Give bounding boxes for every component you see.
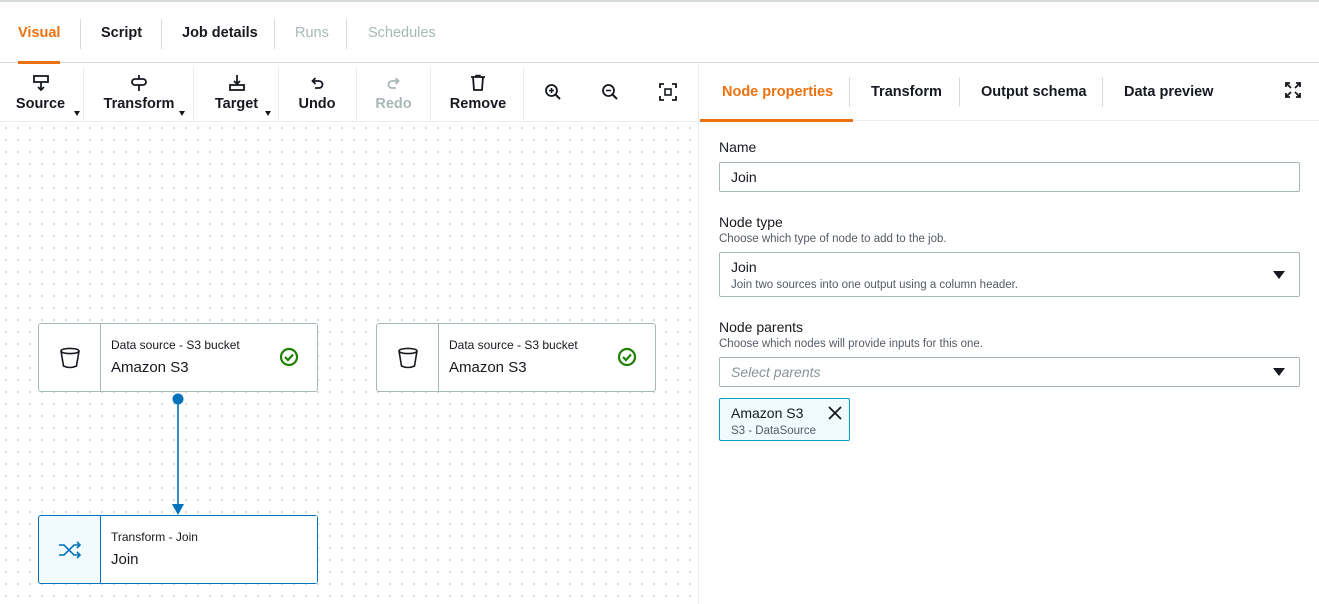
tab-schedules[interactable]: Schedules	[368, 2, 436, 63]
node-parents-select[interactable]: Select parents	[719, 357, 1300, 387]
parent-token-amazon-s3: Amazon S3 S3 - DataSource	[719, 398, 850, 441]
node-join[interactable]: Transform - Join Join	[38, 515, 318, 584]
node-type-select[interactable]: Join Join two sources into one output us…	[719, 252, 1300, 297]
transform-label: Transform	[103, 95, 175, 112]
node-type-label: Node type	[719, 214, 783, 230]
redo-icon	[386, 73, 402, 93]
shuffle-icon	[39, 516, 101, 583]
tab-divider	[346, 19, 347, 49]
token-subtitle: S3 - DataSource	[731, 425, 817, 437]
chevron-down-icon	[74, 111, 80, 116]
toolbar-divider	[430, 67, 431, 121]
tab-divider	[161, 19, 162, 49]
toolbar-divider	[356, 67, 357, 121]
tab-transform[interactable]: Transform	[871, 63, 942, 121]
node-amazon-s3-2[interactable]: Data source - S3 bucket Amazon S3	[376, 323, 656, 392]
name-input[interactable]: Join	[719, 162, 1300, 192]
toolbar-divider	[193, 67, 194, 121]
fit-view-button[interactable]	[657, 81, 679, 103]
source-button[interactable]: Source	[15, 63, 80, 121]
tab-node-properties[interactable]: Node properties	[699, 63, 854, 122]
check-circle-icon	[279, 347, 299, 367]
node-subtitle: Transform - Join	[111, 530, 198, 544]
source-label: Source	[15, 95, 66, 112]
zoom-out-icon	[602, 84, 618, 100]
expand-icon[interactable]	[1285, 82, 1301, 98]
caret-down-icon	[1273, 368, 1285, 376]
visual-canvas[interactable]: Data source - S3 bucket Amazon S3 Data s…	[0, 122, 698, 604]
tab-divider	[849, 77, 850, 107]
zoom-out-button[interactable]	[599, 81, 621, 103]
tab-divider	[80, 19, 81, 49]
check-circle-icon	[617, 347, 637, 367]
undo-label: Undo	[298, 95, 336, 112]
chevron-down-icon	[179, 111, 185, 116]
redo-button[interactable]: Redo	[375, 63, 412, 121]
source-icon	[32, 73, 50, 93]
node-type-description: Join two sources into one output using a…	[731, 279, 1019, 291]
remove-label: Remove	[449, 95, 507, 112]
toolbar-divider	[523, 67, 524, 121]
transform-button[interactable]: Transform	[103, 63, 185, 121]
target-icon	[228, 73, 246, 93]
node-title: Join	[111, 551, 139, 568]
transform-icon	[130, 73, 148, 93]
fit-to-screen-icon	[659, 83, 677, 101]
remove-button[interactable]: Remove	[449, 63, 507, 121]
panel-tab-bar: Node properties Transform Output schema …	[699, 63, 1319, 122]
tab-runs[interactable]: Runs	[295, 2, 329, 63]
tab-visual[interactable]: Visual	[18, 2, 61, 64]
node-parents-placeholder: Select parents	[731, 364, 821, 380]
name-value: Join	[731, 169, 757, 185]
zoom-in-button[interactable]	[542, 81, 564, 103]
bucket-icon	[377, 324, 439, 391]
tab-data-preview[interactable]: Data preview	[1124, 63, 1213, 121]
tab-divider	[1102, 77, 1103, 107]
tab-output-schema[interactable]: Output schema	[981, 63, 1087, 121]
trash-icon	[470, 73, 486, 93]
redo-label: Redo	[375, 95, 412, 112]
node-parents-hint: Choose which nodes will provide inputs f…	[719, 338, 984, 350]
undo-button[interactable]: Undo	[298, 63, 336, 121]
toolbar-divider	[278, 67, 279, 121]
node-parents-label: Node parents	[719, 319, 804, 335]
node-type-value: Join	[731, 259, 757, 275]
target-label: Target	[214, 95, 259, 112]
close-icon[interactable]	[827, 405, 843, 421]
node-amazon-s3-1[interactable]: Data source - S3 bucket Amazon S3	[38, 323, 318, 392]
toolbar-divider	[83, 67, 84, 121]
name-label: Name	[719, 139, 757, 155]
target-button[interactable]: Target	[214, 63, 271, 121]
tab-divider	[959, 77, 960, 107]
chevron-down-icon	[265, 111, 271, 116]
canvas-toolbar: Source Transform Target Undo Redo Remove	[0, 63, 698, 122]
token-title: Amazon S3	[731, 405, 804, 421]
zoom-in-icon	[545, 84, 561, 100]
undo-icon	[309, 73, 325, 93]
top-tab-bar: Visual Script Job details Runs Schedules	[0, 0, 1319, 64]
bucket-icon	[39, 324, 101, 391]
node-type-hint: Choose which type of node to add to the …	[719, 233, 947, 245]
tab-job-details[interactable]: Job details	[182, 2, 258, 63]
tab-script[interactable]: Script	[101, 2, 142, 63]
tab-divider	[274, 19, 275, 49]
caret-down-icon	[1273, 271, 1285, 279]
node-properties-panel: Node properties Transform Output schema …	[698, 63, 1319, 604]
